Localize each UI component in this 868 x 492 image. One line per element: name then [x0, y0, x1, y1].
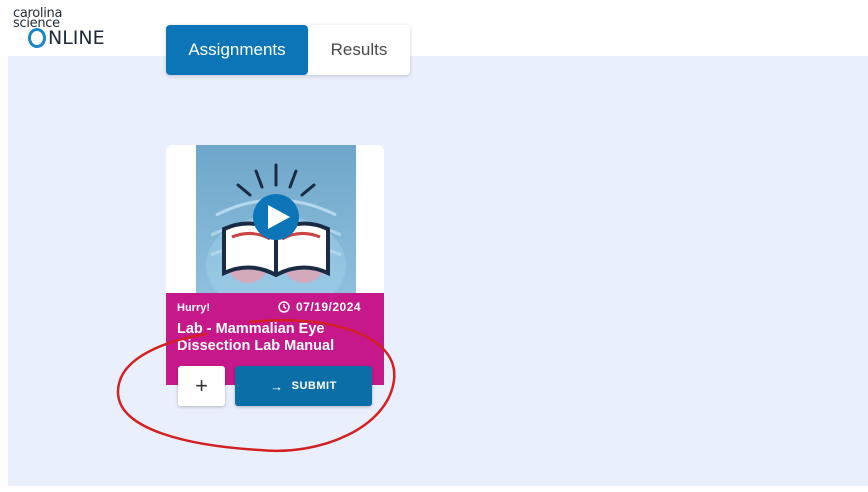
play-icon[interactable]: [253, 194, 299, 240]
logo-line-online: NLINE: [48, 27, 105, 49]
tab-bar: Assignments Results: [166, 25, 410, 75]
carolina-science-online-logo[interactable]: carolina science NLINE: [10, 6, 140, 50]
red-circle-annotation: [116, 318, 396, 453]
logo-o-ring-icon: [28, 28, 46, 48]
tab-assignments[interactable]: Assignments: [166, 25, 308, 75]
thumbnail-illustration: [196, 145, 356, 293]
tab-results[interactable]: Results: [308, 25, 410, 75]
assignment-thumbnail[interactable]: [166, 145, 384, 293]
